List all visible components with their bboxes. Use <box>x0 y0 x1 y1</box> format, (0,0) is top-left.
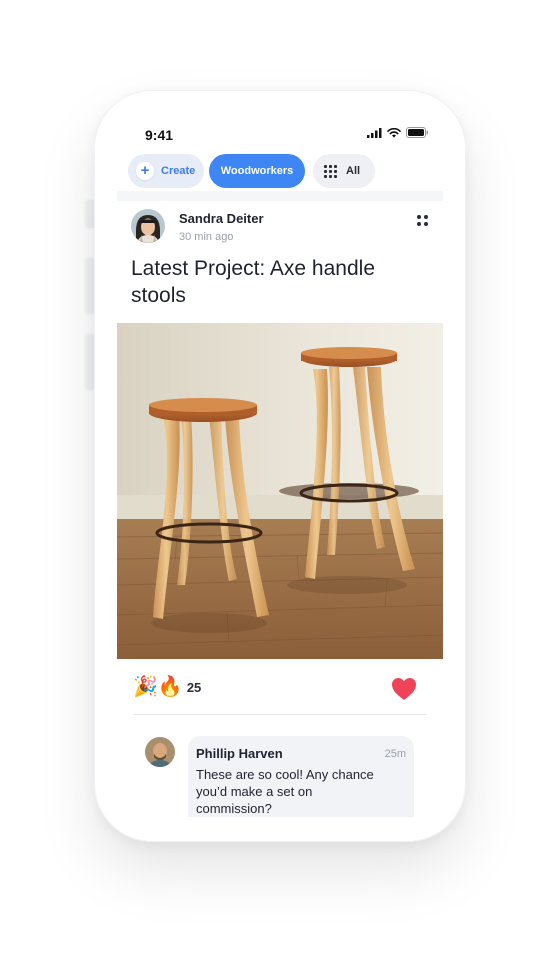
post-image[interactable] <box>117 323 443 659</box>
all-label: All <box>346 165 361 177</box>
post-timestamp: 30 min ago <box>179 231 234 243</box>
status-bar: 9:41 <box>117 113 443 153</box>
status-time: 9:41 <box>145 127 174 143</box>
create-button[interactable]: + Create <box>128 154 204 188</box>
phone-screen: 9:41 + Create Woodworkers All Sandra Dei… <box>117 113 443 817</box>
divider <box>133 714 427 715</box>
status-icons <box>367 127 429 138</box>
wifi-icon <box>387 127 401 138</box>
signal-icon <box>367 127 382 138</box>
author-name[interactable]: Sandra Deiter <box>179 211 264 226</box>
commenter-name[interactable]: Phillip Harven <box>196 746 283 761</box>
filter-bar: + Create Woodworkers All <box>117 153 443 191</box>
post-card: Sandra Deiter 30 min ago Latest Project:… <box>117 201 443 817</box>
phone-volume-down-button <box>86 334 94 390</box>
woodworkers-label: Woodworkers <box>220 165 294 177</box>
phone-volume-up-button <box>86 258 94 314</box>
author-avatar[interactable] <box>131 209 165 243</box>
create-label: Create <box>161 165 196 177</box>
reactions-summary[interactable]: 🎉🔥 25 <box>133 677 201 697</box>
all-chip[interactable]: All <box>313 154 375 188</box>
phone-mute-button <box>86 200 94 228</box>
reaction-count: 25 <box>186 679 202 695</box>
woodworkers-chip[interactable]: Woodworkers <box>209 154 305 188</box>
more-options-icon[interactable] <box>417 215 428 226</box>
comment-text: These are so cool! Any chance you’d make… <box>196 767 374 816</box>
heart-icon[interactable] <box>391 677 417 701</box>
comment-bubble[interactable]: Phillip Harven 25m These are so cool! An… <box>188 736 414 817</box>
post-title: Latest Project: Axe handle stools <box>131 257 375 307</box>
grid-icon <box>324 164 337 178</box>
battery-icon <box>406 127 429 138</box>
reaction-emojis: 🎉🔥 <box>133 676 183 698</box>
commenter-avatar[interactable] <box>145 737 175 767</box>
plus-icon: + <box>136 162 154 180</box>
comment-timestamp: 25m <box>384 748 406 760</box>
